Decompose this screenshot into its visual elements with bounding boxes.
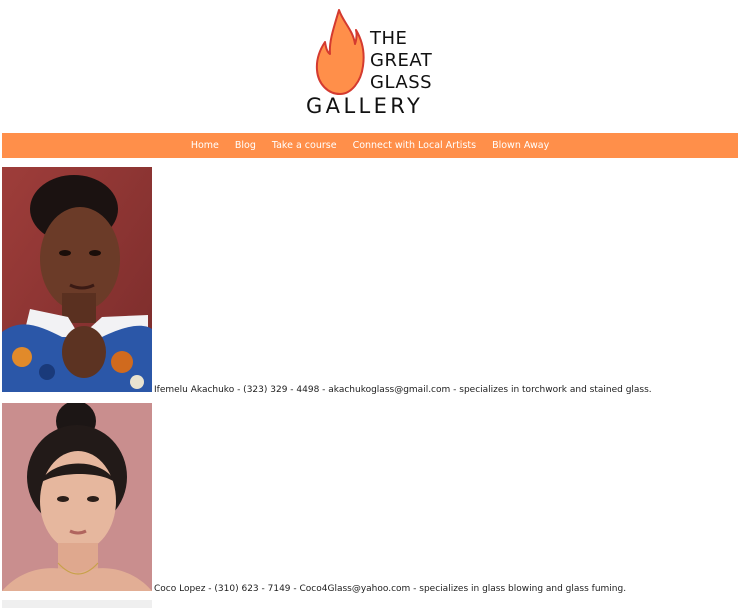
flame-icon [315,9,365,95]
artist-info: Coco Lopez - (310) 623 - 7149 - Coco4Gla… [154,584,627,594]
artist-entry [2,600,738,608]
artist-entry: Ifemelu Akachuko - (323) 329 - 4498 - ak… [2,167,738,395]
artist-entry: Coco Lopez - (310) 623 - 7149 - Coco4Gla… [2,403,738,594]
logo-text-the: THE [370,28,408,49]
logo-text-glass: GLASS [370,72,433,93]
artist-photo [2,600,152,608]
nav-link-blown-away[interactable]: Blown Away [492,140,549,151]
artist-info: Ifemelu Akachuko - (323) 329 - 4498 - ak… [154,385,652,395]
logo-text-gallery: GALLERY [306,94,424,118]
nav-link-connect-with-local-artists[interactable]: Connect with Local Artists [353,140,477,151]
logo-text-great: GREAT [370,50,433,71]
artist-photo [2,403,152,591]
artist-photo [2,167,152,392]
page: THE GREAT GLASS GALLERY Home Blog Take a… [0,0,738,608]
gallery-logo[interactable]: THE GREAT GLASS GALLERY [306,8,436,120]
nav-link-home[interactable]: Home [191,140,219,151]
nav-link-blog[interactable]: Blog [235,140,256,151]
nav-link-take-a-course[interactable]: Take a course [272,140,337,151]
main-nav: Home Blog Take a course Connect with Loc… [2,133,738,158]
